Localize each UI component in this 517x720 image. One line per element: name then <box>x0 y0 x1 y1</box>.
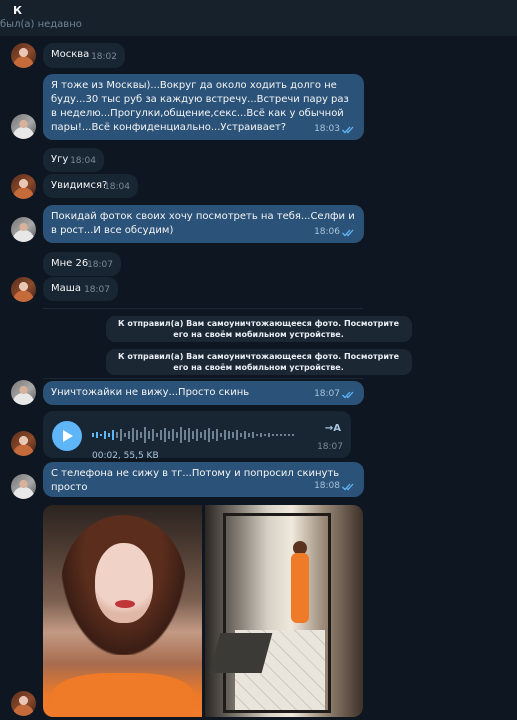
play-icon <box>63 430 73 442</box>
message-time: 18:04 <box>104 182 130 192</box>
transcribe-icon[interactable]: →A <box>325 422 341 436</box>
message-text: Увидимся? <box>51 180 108 191</box>
photo-mirror[interactable] <box>205 505 363 717</box>
voice-message[interactable]: 00:02, 55,5 KB →A 18:07 <box>43 411 351 461</box>
message-text: Покидай фоток своих хочу посмотреть на т… <box>51 211 355 236</box>
avatar[interactable] <box>11 277 36 302</box>
double-check-icon <box>342 229 354 237</box>
message-time: 18:07 <box>317 442 343 452</box>
lips <box>115 600 135 608</box>
message-text: Мне 26 <box>51 258 89 269</box>
separator <box>43 308 363 309</box>
message-text: С телефона не сижу в тг...Потому и попро… <box>51 468 340 493</box>
double-check-icon <box>342 483 354 491</box>
contact-name[interactable]: К <box>13 4 22 17</box>
face <box>95 543 153 623</box>
message-incoming[interactable]: Москва 18:02 <box>43 43 125 68</box>
service-message: К отправил(а) Вам самоуничтожающееся фот… <box>0 349 517 375</box>
avatar[interactable] <box>11 431 36 456</box>
avatar[interactable] <box>11 174 36 199</box>
message-text: Маша <box>51 283 82 294</box>
message-incoming[interactable]: Угу 18:04 <box>43 148 104 172</box>
avatar[interactable] <box>11 474 36 499</box>
message-time: 18:06 <box>314 227 340 237</box>
rug <box>209 633 273 673</box>
message-text: Я тоже из Москвы)...Вокруг да около ходи… <box>51 80 349 133</box>
message-incoming[interactable]: Маша 18:07 <box>43 277 118 301</box>
message-time: 18:02 <box>91 52 117 62</box>
waveform[interactable] <box>92 425 302 445</box>
separator <box>43 378 363 379</box>
double-check-icon <box>342 391 354 399</box>
message-outgoing[interactable]: С телефона не сижу в тг...Потому и попро… <box>43 462 364 497</box>
message-incoming[interactable]: Увидимся? 18:04 <box>43 174 138 198</box>
message-time: 18:07 <box>314 389 340 399</box>
photo-selfie[interactable] <box>43 505 202 717</box>
avatar[interactable] <box>11 380 36 405</box>
avatar[interactable] <box>11 217 36 242</box>
message-text: Уничтожайки не вижу...Просто скинь <box>51 387 250 398</box>
message-outgoing[interactable]: Я тоже из Москвы)...Вокруг да около ходи… <box>43 74 364 140</box>
service-message: К отправил(а) Вам самоуничтожающееся фот… <box>0 316 517 342</box>
avatar[interactable] <box>11 691 36 716</box>
figure <box>291 553 309 623</box>
message-incoming[interactable]: Мне 26 18:07 <box>43 252 121 276</box>
chat-header[interactable]: К был(а) недавно <box>0 0 517 36</box>
avatar[interactable] <box>11 43 36 68</box>
service-text: К отправил(а) Вам самоуничтожающееся фот… <box>105 316 412 342</box>
message-time: 18:07 <box>87 260 113 270</box>
message-outgoing[interactable]: Уничтожайки не вижу...Просто скинь 18:07 <box>43 381 364 405</box>
message-outgoing[interactable]: Покидай фоток своих хочу посмотреть на т… <box>43 205 364 243</box>
message-text: Москва <box>51 49 90 60</box>
voice-meta: 00:02, 55,5 KB <box>92 451 159 461</box>
message-time: 18:03 <box>314 124 340 134</box>
service-text: К отправил(а) Вам самоуничтожающееся фот… <box>105 349 412 375</box>
message-time: 18:07 <box>84 285 110 295</box>
message-text: Угу <box>51 154 69 165</box>
contact-status: был(а) недавно <box>0 19 82 30</box>
play-button[interactable] <box>52 421 82 451</box>
message-time: 18:08 <box>314 481 340 491</box>
double-check-icon <box>342 126 354 134</box>
message-time: 18:04 <box>70 156 96 166</box>
shirt <box>53 673 193 717</box>
avatar[interactable] <box>11 114 36 139</box>
